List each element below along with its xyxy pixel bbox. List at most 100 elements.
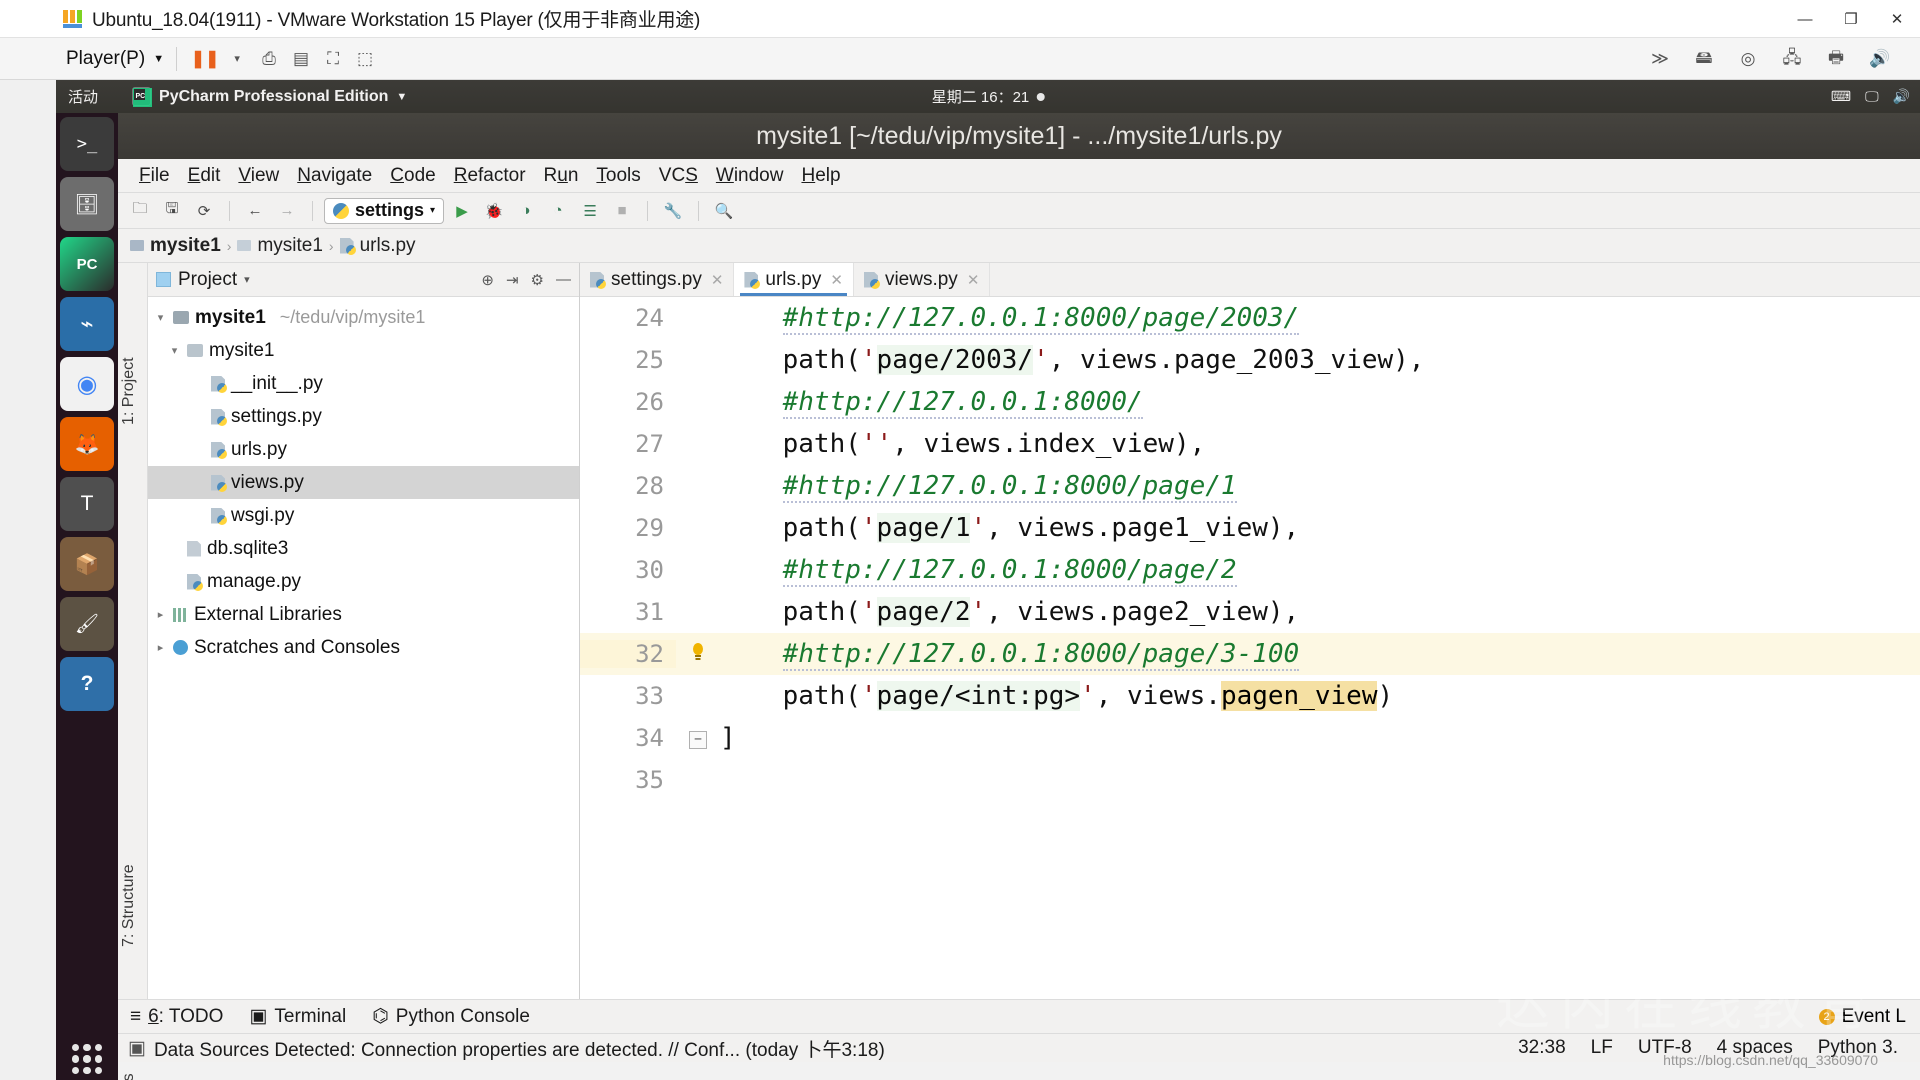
cd-dvd-icon[interactable]: ◎ xyxy=(1732,44,1764,74)
pause-icon[interactable]: ❚❚ xyxy=(189,44,221,74)
dock-item-gimp[interactable]: 🖌 xyxy=(60,597,114,651)
editor-tab-urls-py[interactable]: urls.py ✕ xyxy=(734,263,854,296)
tree-node-manage-py[interactable]: ▸ manage.py xyxy=(148,565,579,598)
tool-tab-favorites[interactable]: 2: Favorites xyxy=(118,1067,141,1080)
chevron-down-icon[interactable]: ▾ xyxy=(244,273,250,286)
menu-navigate[interactable]: Navigate xyxy=(288,161,381,191)
tree-node-settings-py[interactable]: ▸ settings.py xyxy=(148,400,579,433)
menu-window[interactable]: Window xyxy=(707,161,793,191)
run-icon[interactable]: ▶ xyxy=(448,198,476,224)
twisty-icon[interactable]: ▸ xyxy=(154,641,167,654)
editor-tab-settings-py[interactable]: settings.py ✕ xyxy=(580,263,735,296)
tree-node-init-py[interactable]: ▸ __init__.py xyxy=(148,367,579,400)
save-all-icon[interactable]: 🖫 xyxy=(158,198,186,224)
close-icon[interactable]: ✕ xyxy=(711,271,724,289)
dock-item-text-editor[interactable]: T xyxy=(60,477,114,531)
menu-code[interactable]: Code xyxy=(381,161,444,191)
code-line[interactable]: 24 #http://127.0.0.1:8000/page/2003/ xyxy=(580,297,1920,339)
code-editor[interactable]: 24 #http://127.0.0.1:8000/page/2003/25 p… xyxy=(580,297,1920,1043)
fold-region-icon[interactable]: − xyxy=(676,727,720,749)
dock-item-firefox[interactable]: 🦊 xyxy=(60,417,114,471)
keyboard-indicator-icon[interactable]: ⌨ xyxy=(1831,88,1851,105)
code-line[interactable]: 30 #http://127.0.0.1:8000/page/2 xyxy=(580,549,1920,591)
tree-node-wsgi-py[interactable]: ▸ wsgi.py xyxy=(148,499,579,532)
code-line[interactable]: 26 #http://127.0.0.1:8000/ xyxy=(580,381,1920,423)
panel-clock[interactable]: 星期二 16：21 xyxy=(932,86,1045,107)
breadcrumb-mysite1-pkg[interactable]: mysite1 xyxy=(257,235,322,257)
code-line[interactable]: 32 #http://127.0.0.1:8000/page/3-100 xyxy=(580,633,1920,675)
player-menu-button[interactable]: Player(P) ▼ xyxy=(66,48,164,70)
close-button[interactable]: ✕ xyxy=(1874,0,1920,38)
search-everywhere-icon[interactable]: 🔍 xyxy=(710,198,738,224)
menu-run[interactable]: Run xyxy=(535,161,588,191)
breadcrumb-urls-py[interactable]: urls.py xyxy=(360,235,416,257)
tree-node-mysite1-root[interactable]: ▾ mysite1 ~/tedu/vip/mysite1 xyxy=(148,301,579,334)
menu-refactor[interactable]: Refactor xyxy=(445,161,535,191)
tree-node-external-libraries[interactable]: ▸ External Libraries xyxy=(148,598,579,631)
menu-edit[interactable]: Edit xyxy=(179,161,230,191)
tool-tab-project[interactable]: 1: Project xyxy=(118,351,141,431)
tree-node-scratches-and-consoles[interactable]: ▸ Scratches and Consoles xyxy=(148,631,579,664)
stretch-guest-icon[interactable]: ⬚ xyxy=(349,44,381,74)
app-menu-button[interactable]: PC PyCharm Professional Edition ▼ xyxy=(132,87,407,107)
synchronize-icon[interactable]: ⟳ xyxy=(190,198,218,224)
dock-item-help[interactable]: ? xyxy=(60,657,114,711)
full-screen-icon[interactable]: ⛶ xyxy=(317,44,349,74)
unity-mode-icon[interactable]: ▤ xyxy=(285,44,317,74)
dock-item-terminal[interactable]: >_ xyxy=(60,117,114,171)
code-line[interactable]: 27 path('', views.index_view), xyxy=(580,423,1920,465)
minimize-button[interactable]: — xyxy=(1782,0,1828,38)
back-icon[interactable]: ← xyxy=(241,198,269,224)
settings-gear-icon[interactable]: ⚙ xyxy=(531,271,544,289)
dock-item-files[interactable]: 🗄 xyxy=(60,177,114,231)
tool-window-todo[interactable]: ≡ 6: TODO xyxy=(130,1006,223,1028)
code-line[interactable]: 35 xyxy=(580,759,1920,801)
menu-view[interactable]: View xyxy=(229,161,288,191)
run-dashboard-icon[interactable]: ☰ xyxy=(576,198,604,224)
menu-tools[interactable]: Tools xyxy=(587,161,649,191)
status-message[interactable]: Data Sources Detected: Connection proper… xyxy=(154,1035,885,1062)
collapse-all-icon[interactable]: ⇥ xyxy=(506,271,519,289)
code-line[interactable]: 33 path('page/<int:pg>', views.pagen_vie… xyxy=(580,675,1920,717)
dock-item-vscode[interactable]: ⌁ xyxy=(60,297,114,351)
volume-indicator-icon[interactable]: 🔊 xyxy=(1893,88,1910,105)
printer-icon[interactable]: 🖶 xyxy=(1820,44,1852,74)
event-log-button[interactable]: 2 Event L xyxy=(1818,1006,1906,1028)
editor-tab-views-py[interactable]: views.py ✕ xyxy=(854,263,991,296)
show-applications-button[interactable] xyxy=(56,1044,118,1074)
hide-panel-icon[interactable]: — xyxy=(556,271,571,288)
hard-disk-icon[interactable]: 🖴 xyxy=(1688,44,1720,74)
network-adapter-icon[interactable]: 🖧 xyxy=(1776,44,1808,74)
code-line[interactable]: 34−] xyxy=(580,717,1920,759)
tree-node-urls-py[interactable]: ▸ urls.py xyxy=(148,433,579,466)
debug-icon[interactable]: 🐞 xyxy=(480,198,508,224)
pause-dropdown-icon[interactable]: ▾ xyxy=(221,44,253,74)
dock-item-chrome[interactable]: ◉ xyxy=(60,357,114,411)
profile-icon[interactable]: ◔ xyxy=(544,198,572,224)
intention-bulb-icon[interactable] xyxy=(676,641,720,668)
expand-icons-icon[interactable]: ≫ xyxy=(1644,44,1676,74)
close-icon[interactable]: ✕ xyxy=(830,271,843,289)
tool-window-terminal[interactable]: ▣ Terminal xyxy=(249,1005,346,1028)
status-caret-position[interactable]: 32:38 xyxy=(1505,1037,1578,1059)
sound-card-icon[interactable]: 🔊 xyxy=(1864,44,1896,74)
tree-node-db-sqlite3[interactable]: ▸ db.sqlite3 xyxy=(148,532,579,565)
menu-file[interactable]: File xyxy=(130,161,179,191)
panel-status-icons[interactable]: ⌨ 🖵 🔊 xyxy=(1831,88,1910,105)
close-icon[interactable]: ✕ xyxy=(967,271,980,289)
open-icon[interactable]: 🗀 xyxy=(126,198,154,224)
code-line[interactable]: 31 path('page/2', views.page2_view), xyxy=(580,591,1920,633)
settings-wrench-icon[interactable]: 🔧 xyxy=(659,198,687,224)
dock-item-pycharm[interactable]: PC xyxy=(60,237,114,291)
send-ctrl-alt-del-icon[interactable]: ⎙ xyxy=(253,44,285,74)
tree-node-mysite1-pkg[interactable]: ▾ mysite1 xyxy=(148,334,579,367)
activities-button[interactable]: 活动 xyxy=(68,86,98,107)
tool-tab-structure[interactable]: 7: Structure xyxy=(118,858,141,953)
dock-item-software[interactable]: 📦 xyxy=(60,537,114,591)
forward-icon[interactable]: → xyxy=(273,198,301,224)
display-indicator-icon[interactable]: 🖵 xyxy=(1865,88,1879,105)
code-line[interactable]: 25 path('page/2003/', views.page_2003_vi… xyxy=(580,339,1920,381)
code-line[interactable]: 29 path('page/1', views.page1_view), xyxy=(580,507,1920,549)
run-configuration-selector[interactable]: settings ▾ xyxy=(324,197,445,224)
twisty-icon[interactable]: ▾ xyxy=(168,344,181,357)
